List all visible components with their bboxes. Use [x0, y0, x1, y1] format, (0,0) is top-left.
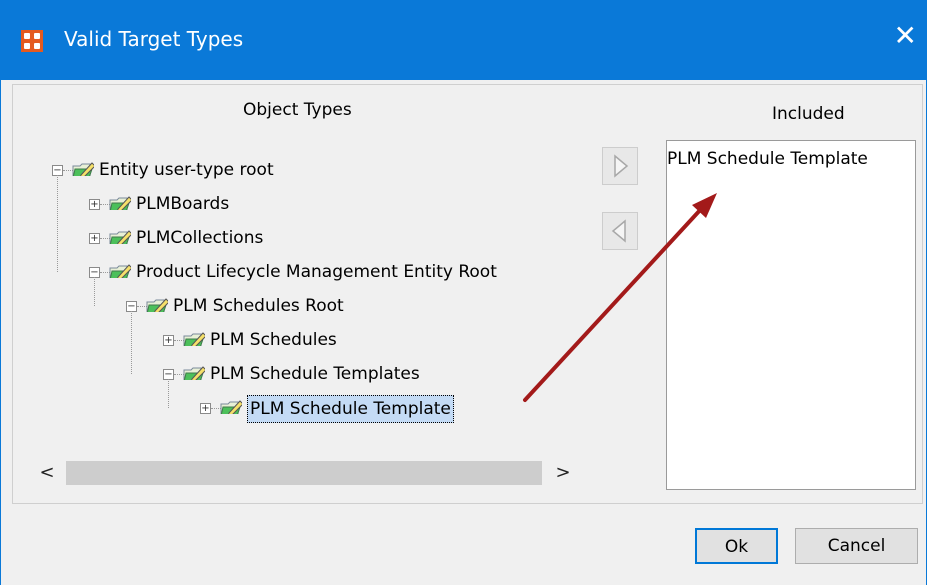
app-grid-icon	[21, 30, 43, 52]
tree-connector	[168, 379, 169, 408]
title-bar: Valid Target Types ✕	[0, 0, 927, 80]
folder-pencil-icon	[146, 298, 168, 312]
scroll-thumb[interactable]	[66, 461, 542, 485]
folder-pencil-icon	[183, 366, 205, 380]
tree-connector	[94, 277, 95, 306]
scroll-right-icon[interactable]: >	[548, 458, 578, 488]
tree-node[interactable]: Product Lifecycle Management Entity Root	[136, 258, 497, 286]
left-triangle-icon	[611, 219, 626, 243]
tree-node[interactable]: PLMBoards	[136, 190, 229, 218]
cancel-button[interactable]: Cancel	[795, 528, 918, 564]
list-item[interactable]: PLM Schedule Template	[667, 149, 868, 169]
close-icon[interactable]: ✕	[894, 22, 917, 50]
tree-node[interactable]: Entity user-type root	[99, 156, 274, 184]
remove-button[interactable]	[602, 212, 638, 250]
scroll-left-icon[interactable]: <	[32, 458, 62, 488]
folder-pencil-icon	[183, 332, 205, 346]
folder-pencil-icon	[109, 264, 131, 278]
included-label: Included	[772, 104, 845, 124]
folder-pencil-icon	[72, 162, 94, 176]
horizontal-scrollbar[interactable]: < >	[30, 458, 578, 488]
tree-node[interactable]: PLMCollections	[136, 224, 263, 252]
expand-icon[interactable]: +	[89, 233, 100, 244]
folder-pencil-icon	[109, 230, 131, 244]
tree-node-selected[interactable]: PLM Schedule Template	[247, 395, 454, 423]
ok-button[interactable]: Ok	[695, 528, 778, 564]
folder-pencil-icon	[109, 196, 131, 210]
folder-pencil-icon	[220, 400, 242, 414]
expand-icon[interactable]: +	[163, 335, 174, 346]
tree-connector	[131, 311, 132, 374]
tree-connector	[57, 175, 58, 272]
right-triangle-icon	[614, 154, 629, 178]
included-list[interactable]: PLM Schedule Template	[666, 140, 916, 490]
tree-node[interactable]: PLM Schedules	[210, 326, 337, 354]
expand-icon[interactable]: +	[200, 403, 211, 414]
object-types-label: Object Types	[243, 100, 352, 120]
window-title: Valid Target Types	[64, 27, 244, 51]
expand-icon[interactable]: +	[89, 199, 100, 210]
add-button[interactable]	[602, 147, 638, 185]
tree-node[interactable]: PLM Schedules Root	[173, 292, 344, 320]
tree-node[interactable]: PLM Schedule Templates	[210, 360, 420, 388]
